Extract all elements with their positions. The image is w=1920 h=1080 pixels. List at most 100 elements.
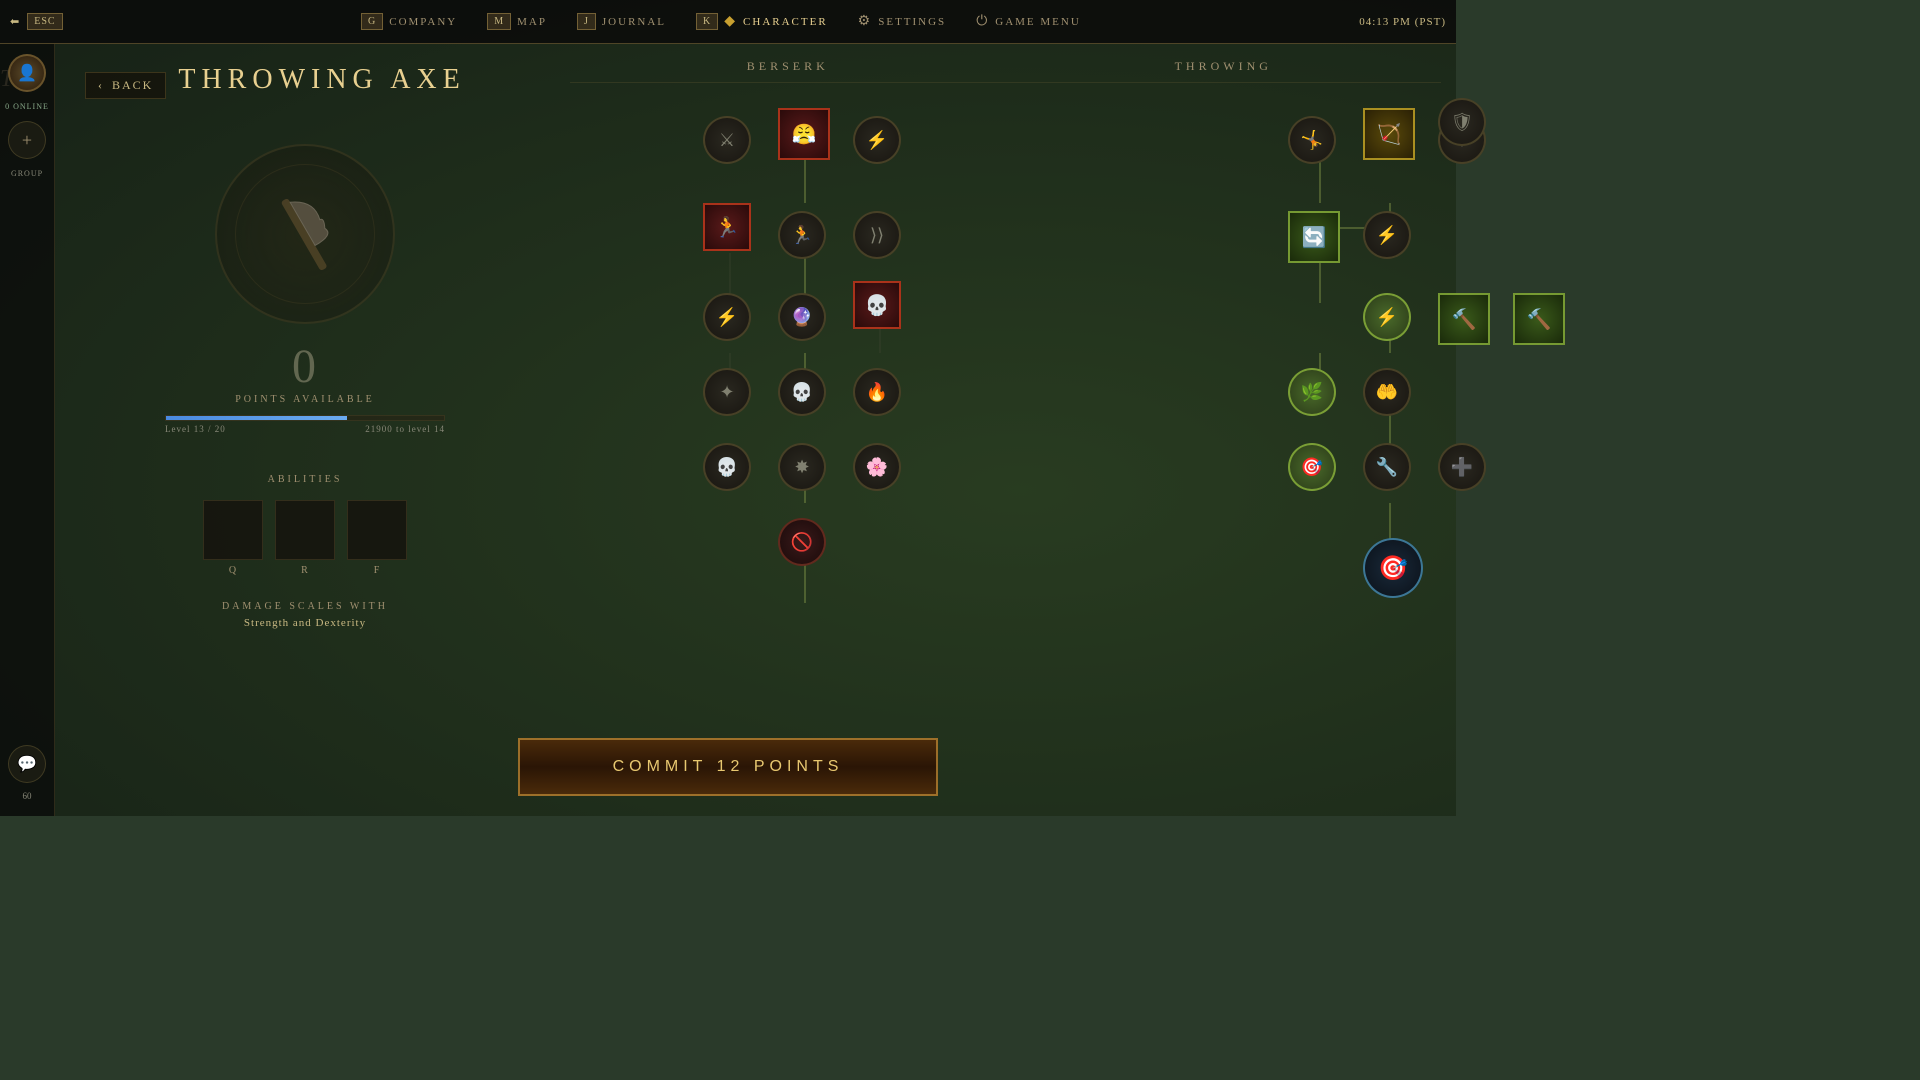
esc-key-badge: ESC: [27, 13, 62, 30]
journal-key: J: [577, 13, 596, 30]
berserk-node-5-1[interactable]: 💀: [703, 443, 751, 491]
berserk-node-3-2-circle: 🔮: [778, 293, 826, 341]
berserk-node-2-3[interactable]: ⟩⟩: [853, 211, 901, 259]
berserk-node-4-3-circle: 🔥: [853, 368, 901, 416]
throwing-node-4-2[interactable]: 🤲: [1363, 368, 1411, 416]
commit-points-button[interactable]: COMMIT 12 POINTS: [518, 738, 938, 796]
ability-box-f[interactable]: [347, 500, 407, 560]
throwing-ultimate-node[interactable]: 🎯: [1363, 538, 1423, 598]
berserk-node-3-2[interactable]: 🔮: [778, 293, 826, 341]
group-label: GROUP: [11, 169, 43, 178]
abilities-title: ABILITIES: [85, 474, 525, 485]
ability-box-q[interactable]: [203, 500, 263, 560]
xp-level-label: Level 13 / 20: [165, 424, 226, 434]
map-key: M: [487, 13, 511, 30]
ability-slot-r: R: [275, 500, 335, 576]
berserk-node-1-2[interactable]: 😤: [778, 108, 830, 160]
throwing-node-5-1[interactable]: 🎯: [1288, 443, 1336, 491]
points-number: 0: [235, 339, 375, 394]
weapon-icon-circle: [205, 134, 405, 334]
berserk-node-3-1[interactable]: ⚡: [703, 293, 751, 341]
xp-bar-background: [165, 415, 445, 421]
ability-key-f: F: [374, 565, 381, 576]
back-chevron-icon: ‹: [98, 78, 104, 93]
berserk-node-5-3[interactable]: 🌸: [853, 443, 901, 491]
berserk-node-2-2[interactable]: 🏃: [778, 211, 826, 259]
throwing-node-4-1[interactable]: 🌿: [1288, 368, 1336, 416]
game-menu-label: GAME MENU: [995, 16, 1081, 28]
esc-section: ⬅ ESC: [10, 13, 63, 30]
berserk-node-2-1-square: 🏃: [703, 203, 751, 251]
throwing-node-3-2[interactable]: ⚡: [1363, 293, 1411, 341]
ability-slot-q: Q: [203, 500, 263, 576]
sidebar-bottom: 💬 60: [8, 745, 46, 816]
nav-company[interactable]: G COMPANY: [361, 13, 457, 30]
xp-to-next-label: 21900 to level 14: [365, 424, 445, 434]
berserk-active-node: 😤: [778, 108, 830, 160]
throwing-node-1-2[interactable]: 🏹: [1363, 108, 1415, 160]
nav-game-menu[interactable]: ⏻ GAME MENU: [976, 14, 1081, 30]
weapon-icon-area: 0 POINTS AVAILABLE Level 13 / 20 21900 t…: [85, 134, 525, 444]
throwing-node-5-3-circle: ➕: [1438, 443, 1486, 491]
nav-journal[interactable]: J JOURNAL: [577, 13, 666, 30]
throwing-node-4-2-circle: 🤲: [1363, 368, 1411, 416]
throwing-node-3-4[interactable]: 🔨: [1513, 293, 1565, 345]
berserk-node-4-3[interactable]: 🔥: [853, 368, 901, 416]
berserk-node-3-3[interactable]: 💀: [853, 281, 901, 329]
online-badge: 0 ONLINE: [5, 102, 49, 111]
power-icon: ⏻: [976, 14, 989, 30]
company-label: COMPANY: [389, 16, 457, 28]
character-key: K: [696, 13, 718, 30]
esc-button[interactable]: ⬅ ESC: [10, 13, 63, 30]
ability-slot-f: F: [347, 500, 407, 576]
berserk-node-1-1[interactable]: ⚔: [703, 116, 751, 164]
throwing-node-5-3[interactable]: ➕: [1438, 443, 1486, 491]
berserk-node-3-1-circle: ⚡: [703, 293, 751, 341]
avatar: 👤: [8, 54, 46, 92]
berserk-node-4-2[interactable]: 💀: [778, 368, 826, 416]
ability-key-q: Q: [229, 565, 237, 576]
throwing-node-3-3[interactable]: 🔨: [1438, 293, 1490, 345]
throwing-node-5-2-circle: 🔧: [1363, 443, 1411, 491]
berserk-node-2-1[interactable]: 🏃: [703, 203, 751, 251]
topbar: ⬅ ESC G COMPANY M MAP J JOURNAL K ◆ CHAR…: [0, 0, 1456, 44]
berserk-node-circle-3: 🏃: [778, 211, 826, 259]
throwing-node-2-1[interactable]: 🔄: [1288, 211, 1340, 263]
nav-settings[interactable]: ⚙ SETTINGS: [858, 13, 947, 30]
throwing-active-gold-node: 🏹: [1363, 108, 1415, 160]
berserk-blocked-node: 🚫: [778, 518, 826, 566]
berserk-node-5-2[interactable]: ✸: [778, 443, 826, 491]
berserk-node-1-3[interactable]: ⚡: [853, 116, 901, 164]
main-content: ‹ BACK THROWING AXE: [55, 44, 1456, 816]
weapon-axe-icon: [245, 174, 365, 294]
berserk-node-4-1[interactable]: ✦: [703, 368, 751, 416]
chat-button[interactable]: 💬: [8, 745, 46, 783]
commit-button-area: COMMIT 12 POINTS: [518, 738, 938, 796]
journal-label: JOURNAL: [602, 16, 666, 28]
settings-label: SETTINGS: [878, 16, 946, 28]
throwing-active-circle-5-1: 🎯: [1288, 443, 1336, 491]
throwing-node-2-2-circle: ⚡: [1363, 211, 1411, 259]
nav-map[interactable]: M MAP: [487, 13, 547, 30]
add-group-button[interactable]: +: [8, 121, 46, 159]
throwing-node-2-2[interactable]: ⚡: [1363, 211, 1411, 259]
throwing-node-5-2[interactable]: 🔧: [1363, 443, 1411, 491]
throwing-active-circle-3-2: ⚡: [1363, 293, 1411, 341]
throwing-active-node-2-1: 🔄: [1288, 211, 1340, 263]
throwing-node-4-3[interactable]: 🛡: [1438, 98, 1486, 146]
throwing-active-circle-4-1: 🌿: [1288, 368, 1336, 416]
nav-character[interactable]: K ◆ CHARACTER: [696, 13, 828, 30]
back-button[interactable]: ‹ BACK: [85, 72, 166, 99]
map-label: MAP: [517, 16, 547, 28]
clock-display: 04:13 PM (PST): [1359, 16, 1446, 28]
ability-box-r[interactable]: [275, 500, 335, 560]
throwing-column-header: THROWING: [1006, 59, 1442, 83]
points-available: 0 POINTS AVAILABLE: [235, 339, 375, 405]
berserk-skull-node: 💀: [853, 281, 901, 329]
abilities-section: ABILITIES Q R F: [85, 474, 525, 576]
left-sidebar: 👤 0 ONLINE + GROUP 💬 60: [0, 44, 55, 816]
berserk-node-6-center[interactable]: 🚫: [778, 518, 826, 566]
throwing-node-1-1[interactable]: 🤸: [1288, 116, 1336, 164]
throwing-shield-node: 🛡: [1438, 98, 1486, 146]
settings-gear-icon: ⚙: [858, 13, 873, 30]
